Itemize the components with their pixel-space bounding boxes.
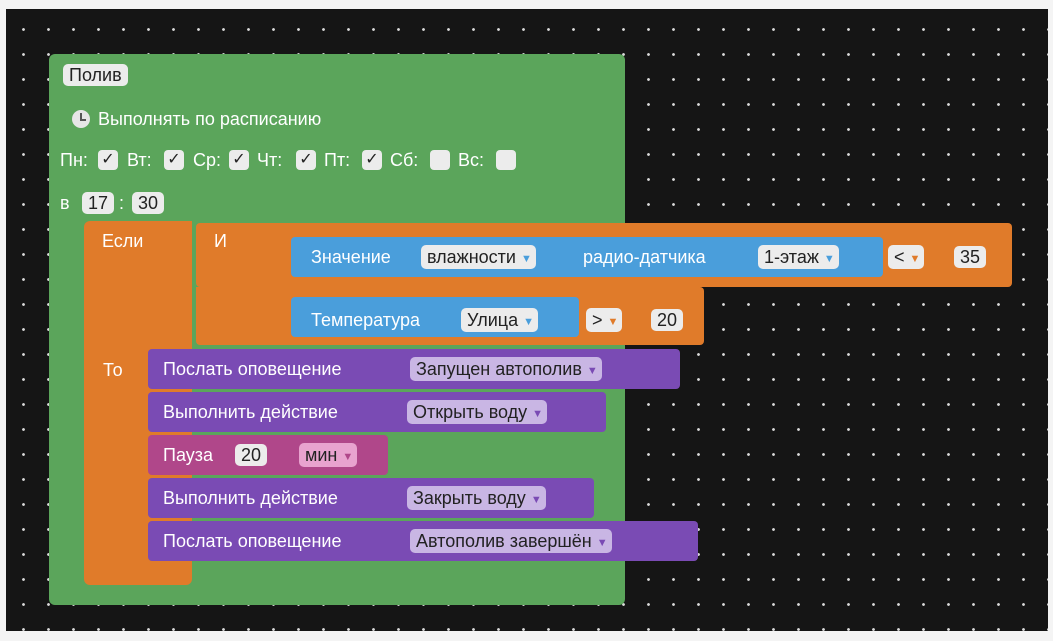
action-label-5: Послать оповещение [163, 531, 342, 551]
cond1-label-value: Значение [311, 247, 391, 267]
day-checkbox-wed[interactable]: ✓ [229, 150, 249, 170]
day-label-tue: Вт: [127, 150, 152, 170]
clock-icon [72, 110, 90, 128]
if-block-inner-dark [106, 271, 192, 351]
then-label: То [103, 360, 123, 380]
event-name-field[interactable]: Полив [63, 64, 128, 86]
threshold-field-1[interactable]: 35 [954, 246, 987, 268]
action-dropdown-5[interactable]: Автополив завершён ▼ [410, 529, 612, 553]
threshold-field-2[interactable]: 20 [651, 309, 684, 331]
time-prefix: в [60, 193, 70, 213]
chevron-down-icon: ▼ [823, 253, 835, 265]
action-dropdown-2[interactable]: Открыть воду ▼ [407, 400, 548, 424]
day-checkbox-sun[interactable] [496, 150, 516, 170]
day-label-fri: Пт: [324, 150, 351, 170]
action-value-4: Закрыть воду [413, 488, 526, 508]
action-label-4: Выполнить действие [163, 488, 338, 508]
minute-field[interactable]: 30 [132, 192, 165, 214]
time-separator: : [119, 193, 125, 213]
action-value-2: Открыть воду [413, 402, 528, 422]
chevron-down-icon: ▼ [596, 537, 608, 549]
day-label-thu: Чт: [257, 150, 283, 170]
param-dropdown[interactable]: влажности ▼ [421, 245, 536, 269]
temp-sensor-value: Улица [467, 310, 519, 330]
chevron-down-icon: ▼ [342, 451, 354, 463]
operator-value-1: < [894, 247, 905, 267]
day-label-sat: Сб: [390, 150, 419, 170]
operator-dropdown-1[interactable]: < ▼ [888, 245, 925, 269]
chevron-down-icon: ▼ [909, 253, 921, 265]
if-label: Если [102, 231, 144, 251]
day-label-wed: Ср: [193, 150, 222, 170]
chevron-down-icon: ▼ [607, 316, 619, 328]
operator-value-2: > [592, 310, 603, 330]
pause-label: Пауза [163, 445, 214, 465]
action-value-5: Автополив завершён [416, 531, 592, 551]
day-label-sun: Вс: [458, 150, 485, 170]
cond1-label-sensor: радио-датчика [583, 247, 706, 267]
temp-sensor-dropdown[interactable]: Улица ▼ [461, 308, 538, 332]
operator-dropdown-2[interactable]: > ▼ [586, 308, 623, 332]
day-checkbox-tue[interactable]: ✓ [164, 150, 184, 170]
cond2-label: Температура [311, 310, 421, 330]
day-checkbox-thu[interactable]: ✓ [296, 150, 316, 170]
action-dropdown-4[interactable]: Закрыть воду ▼ [407, 486, 546, 510]
chevron-down-icon: ▼ [532, 408, 544, 420]
blockly-workspace[interactable]: Полив Выполнять по расписанию Пн: ✓ Вт: … [6, 9, 1048, 631]
sensor-value: 1-этаж [764, 247, 819, 267]
sensor-dropdown[interactable]: 1-этаж ▼ [758, 245, 839, 269]
pause-unit-value: мин [305, 445, 338, 465]
action-value-1: Запущен автополив [416, 359, 582, 379]
hour-field[interactable]: 17 [82, 192, 115, 214]
pause-unit-dropdown[interactable]: мин ▼ [299, 443, 358, 467]
day-checkbox-sat[interactable] [430, 150, 450, 170]
action-label-1: Послать оповещение [163, 359, 342, 379]
param-value: влажности [427, 247, 516, 267]
action-label-2: Выполнить действие [163, 402, 338, 422]
chevron-down-icon: ▼ [523, 316, 534, 328]
pause-amount-field[interactable]: 20 [235, 444, 268, 466]
day-label-mon: Пн: [60, 150, 88, 170]
action-dropdown-1[interactable]: Запущен автополив ▼ [410, 357, 602, 381]
chevron-down-icon: ▼ [586, 365, 598, 377]
day-checkbox-mon[interactable]: ✓ [98, 150, 118, 170]
chevron-down-icon: ▼ [530, 494, 542, 506]
chevron-down-icon: ▼ [520, 253, 532, 265]
day-checkbox-fri[interactable]: ✓ [362, 150, 382, 170]
and-label: И [214, 231, 227, 251]
schedule-label: Выполнять по расписанию [98, 109, 322, 129]
